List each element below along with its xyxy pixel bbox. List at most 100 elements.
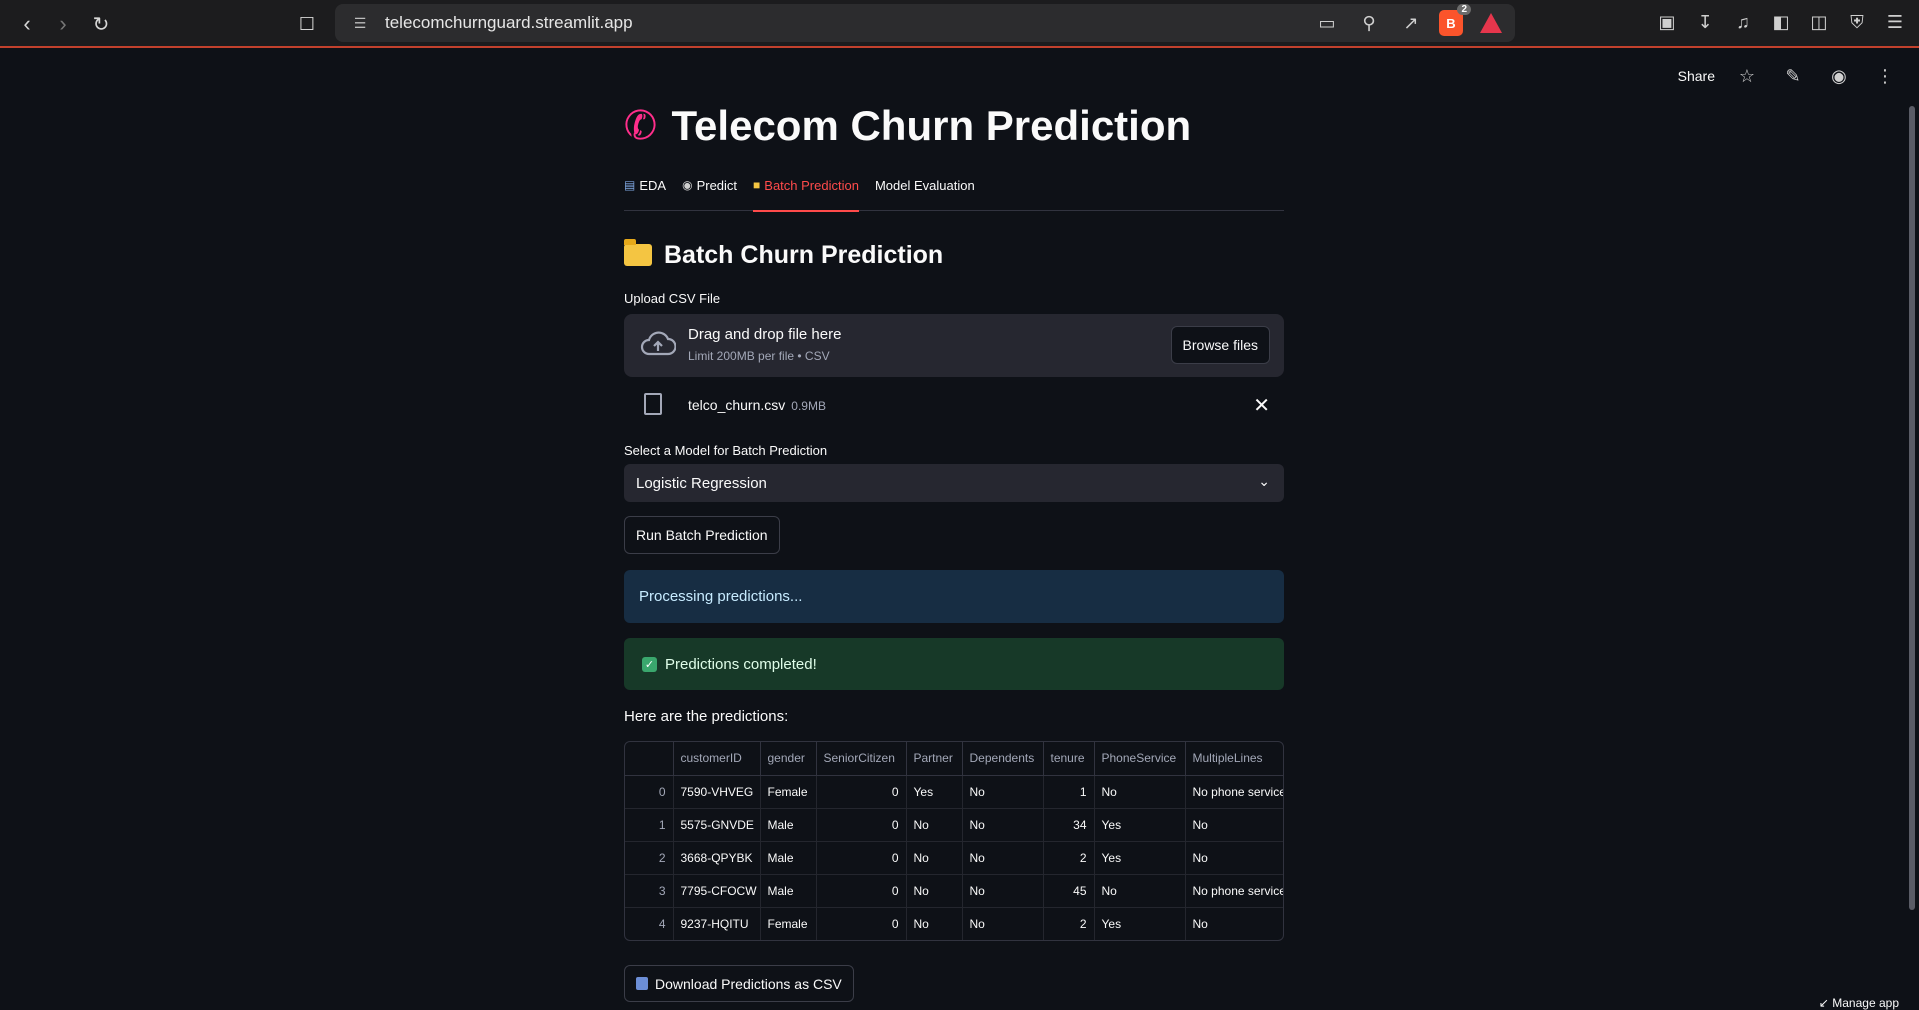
brave-shields-icon[interactable]: B2 (1439, 10, 1463, 36)
table-cell[interactable]: 0 (816, 874, 906, 907)
table-cell[interactable]: 5575-GNVDE (673, 808, 760, 841)
table-cell[interactable]: No (1185, 808, 1284, 841)
success-alert: ✓ Predictions completed! (624, 638, 1284, 690)
column-header[interactable]: Partner (906, 742, 962, 775)
table-cell[interactable]: 9237-HQITU (673, 907, 760, 940)
table-cell[interactable]: No (1094, 775, 1185, 808)
zoom-icon[interactable]: ⚲ (1355, 9, 1383, 37)
table-cell[interactable]: Male (760, 874, 816, 907)
table-cell[interactable]: No (906, 907, 962, 940)
table-cell[interactable]: No (1185, 907, 1284, 940)
table-cell[interactable]: 7795-CFOCW (673, 874, 760, 907)
table-cell[interactable]: 0 (816, 841, 906, 874)
table-cell[interactable]: 2 (1043, 907, 1094, 940)
page-scrollbar[interactable] (1909, 106, 1915, 910)
url-text[interactable]: telecomchurnguard.streamlit.app (385, 13, 633, 33)
remove-file-icon[interactable]: ✕ (1253, 393, 1270, 418)
table-cell[interactable]: 7590-VHVEG (673, 775, 760, 808)
table-cell[interactable]: No phone service (1185, 775, 1284, 808)
table-cell[interactable]: Yes (906, 775, 962, 808)
column-header[interactable]: tenure (1043, 742, 1094, 775)
browse-files-button[interactable]: Browse files (1171, 326, 1270, 364)
table-cell[interactable]: Male (760, 841, 816, 874)
dropzone-limit: Limit 200MB per file • CSV (688, 349, 841, 363)
table-cell[interactable]: No (1094, 874, 1185, 907)
table-cell[interactable]: 0 (816, 808, 906, 841)
download-icon[interactable]: ↧ (1691, 8, 1719, 36)
reader-mode-icon[interactable]: ▣ (1653, 8, 1681, 36)
table-cell[interactable]: No (906, 808, 962, 841)
forward-icon[interactable]: › (48, 9, 78, 39)
table-cell[interactable]: Female (760, 775, 816, 808)
table-cell[interactable]: No (962, 841, 1043, 874)
table-cell[interactable]: 0 (816, 907, 906, 940)
column-header[interactable]: MultipleLines (1185, 742, 1284, 775)
table-cell[interactable]: Yes (1094, 907, 1185, 940)
table-cell[interactable]: No (962, 907, 1043, 940)
file-dropzone[interactable]: Drag and drop file here Limit 200MB per … (624, 314, 1284, 377)
table-cell[interactable]: 45 (1043, 874, 1094, 907)
table-cell[interactable]: No (962, 874, 1043, 907)
table-cell[interactable]: No (906, 841, 962, 874)
tab-model-evaluation[interactable]: Model Evaluation (875, 177, 975, 211)
tab-predict[interactable]: ◉ Predict (682, 177, 737, 211)
title-row: ✆ Telecom Churn Prediction (624, 95, 1284, 157)
model-select-value: Logistic Regression (636, 475, 767, 492)
table-cell[interactable]: 2 (1043, 841, 1094, 874)
github-icon[interactable]: ◉ (1825, 62, 1853, 90)
cast-icon[interactable]: ▭ (1313, 9, 1341, 37)
address-bar[interactable]: ☰ telecomchurnguard.streamlit.app ▭ ⚲ ↗ … (335, 4, 1515, 42)
vpn-icon[interactable]: ⛨ (1843, 8, 1871, 36)
manage-app-button[interactable]: ↙ Manage app (1819, 996, 1899, 1010)
predictions-table[interactable]: customerID gender SeniorCitizen Partner … (624, 741, 1284, 941)
column-header[interactable] (625, 742, 673, 775)
site-settings-icon[interactable]: ☰ (345, 15, 375, 32)
column-header[interactable]: customerID (673, 742, 760, 775)
model-select-label: Select a Model for Batch Prediction (624, 443, 1284, 458)
share-button[interactable]: Share (1678, 68, 1715, 84)
table-cell[interactable]: 3668-QPYBK (673, 841, 760, 874)
back-icon[interactable]: ‹ (12, 9, 42, 39)
table-cell[interactable]: Yes (1094, 808, 1185, 841)
more-options-icon[interactable]: ⋮ (1871, 62, 1899, 90)
page-title: Telecom Churn Prediction (672, 102, 1192, 150)
success-text: Predictions completed! (665, 656, 817, 673)
main-content: ✆ Telecom Churn Prediction ▤ EDA ◉ Predi… (624, 95, 1284, 1002)
download-predictions-button[interactable]: Download Predictions as CSV (624, 965, 854, 1002)
row-index: 2 (625, 841, 673, 874)
table-cell[interactable]: Male (760, 808, 816, 841)
table-cell[interactable]: 0 (816, 775, 906, 808)
row-index: 0 (625, 775, 673, 808)
table-cell[interactable]: Female (760, 907, 816, 940)
inbox-tray-icon (636, 977, 648, 990)
tab-batch-prediction[interactable]: ■ Batch Prediction (753, 177, 859, 211)
file-size: 0.9MB (791, 399, 826, 413)
star-icon[interactable]: ☆ (1733, 62, 1761, 90)
table-cell[interactable]: Yes (1094, 841, 1185, 874)
menu-icon[interactable]: ☰ (1881, 8, 1909, 36)
column-header[interactable]: gender (760, 742, 816, 775)
table-cell[interactable]: 34 (1043, 808, 1094, 841)
table-cell[interactable]: 1 (1043, 775, 1094, 808)
section-heading-row: Batch Churn Prediction (624, 237, 1284, 273)
edit-icon[interactable]: ✎ (1779, 62, 1807, 90)
brave-rewards-icon[interactable] (1477, 9, 1505, 37)
bookmark-icon[interactable]: ☐ (292, 9, 322, 39)
sidebar-icon[interactable]: ◧ (1767, 8, 1795, 36)
table-cell[interactable]: No (906, 874, 962, 907)
table-cell[interactable]: No phone service (1185, 874, 1284, 907)
media-icon[interactable]: ♫ (1729, 8, 1757, 36)
share-page-icon[interactable]: ↗ (1397, 9, 1425, 37)
table-cell[interactable]: No (962, 808, 1043, 841)
column-header[interactable]: PhoneService (1094, 742, 1185, 775)
tab-eda[interactable]: ▤ EDA (624, 177, 666, 211)
wallet-icon[interactable]: ◫ (1805, 8, 1833, 36)
column-header[interactable]: SeniorCitizen (816, 742, 906, 775)
model-select[interactable]: Logistic Regression ⌄ (624, 464, 1284, 502)
run-batch-prediction-button[interactable]: Run Batch Prediction (624, 516, 780, 554)
table-cell[interactable]: No (1185, 841, 1284, 874)
column-header[interactable]: Dependents (962, 742, 1043, 775)
reload-icon[interactable]: ↻ (86, 9, 116, 39)
table-cell[interactable]: No (962, 775, 1043, 808)
tab-label: Model Evaluation (875, 178, 975, 193)
